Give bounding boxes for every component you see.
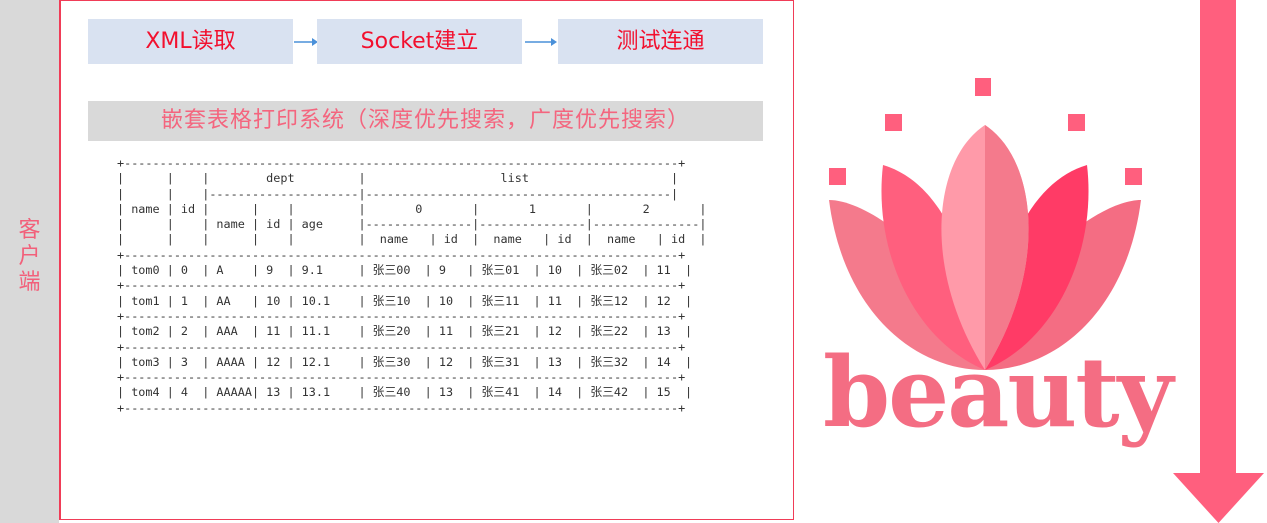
logo-wordmark: beauty xyxy=(823,336,1173,449)
step-socket-setup: Socket建立 xyxy=(317,19,522,64)
step-label: XML读取 xyxy=(145,29,236,54)
arrow-right-icon xyxy=(294,38,318,46)
client-label-char: 户 xyxy=(18,244,41,269)
nested-table-printout: +---------------------------------------… xyxy=(117,156,707,415)
step-test-connect: 测试连通 xyxy=(558,19,763,64)
step-label: 测试连通 xyxy=(616,29,705,54)
client-sidebar: 客 户 端 xyxy=(0,0,59,523)
client-label: 客 户 端 xyxy=(0,218,59,296)
step-label: Socket建立 xyxy=(360,29,479,54)
step-xml-read: XML读取 xyxy=(88,19,293,64)
client-label-char: 客 xyxy=(18,218,41,243)
client-label-char: 端 xyxy=(18,270,41,295)
system-title: 嵌套表格打印系统（深度优先搜索，广度优先搜索） xyxy=(160,108,690,133)
system-title-banner: 嵌套表格打印系统（深度优先搜索，广度优先搜索） xyxy=(88,101,763,141)
arrow-right-icon xyxy=(525,38,557,46)
down-arrow-icon xyxy=(1173,0,1264,523)
